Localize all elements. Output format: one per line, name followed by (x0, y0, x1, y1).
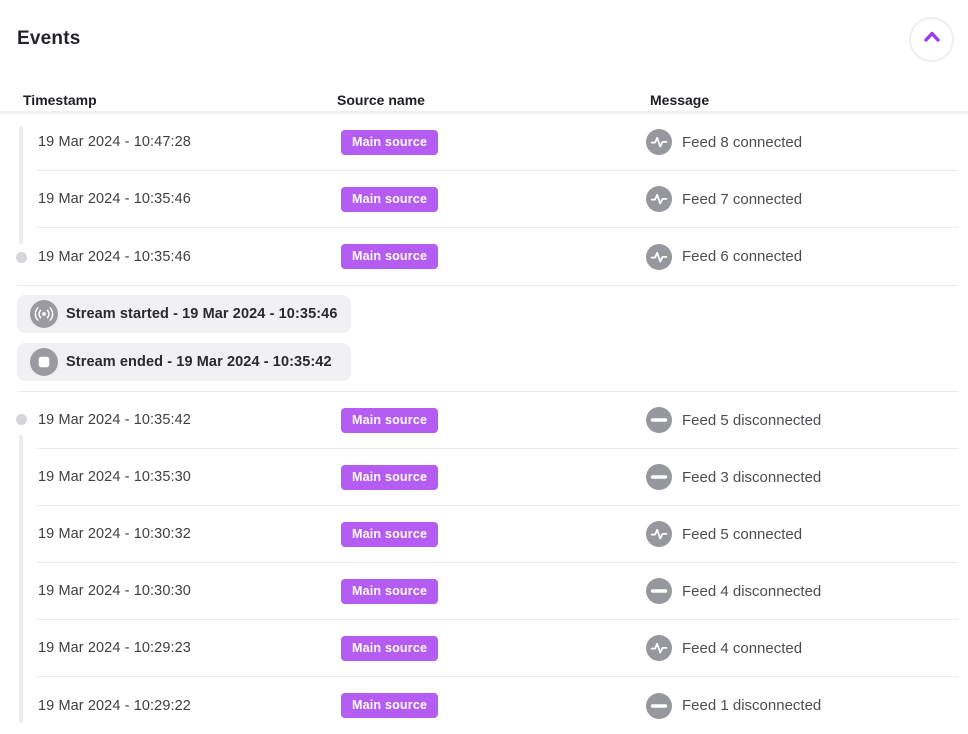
event-message-cell: Feed 1 disconnected (646, 693, 958, 719)
event-message-cell: Feed 8 connected (646, 129, 958, 155)
chevron-up-icon (921, 26, 943, 53)
event-message-cell: Feed 7 connected (646, 186, 958, 212)
event-source-cell: Main source (341, 130, 646, 155)
stream-event: Stream started - 19 Mar 2024 - 10:35:46 (17, 295, 351, 333)
feed-connected-icon (646, 129, 672, 155)
timeline-dot (16, 414, 27, 425)
table-row: 19 Mar 2024 - 10:35:30 Main source Feed … (37, 449, 958, 506)
event-message-cell: Feed 4 disconnected (646, 578, 958, 604)
table-header-row: Timestamp Source name Message (0, 92, 968, 114)
event-source-cell: Main source (341, 693, 646, 718)
event-message: Feed 3 disconnected (682, 469, 821, 486)
event-message-cell: Feed 6 connected (646, 244, 958, 270)
stream-event-label: Stream ended - 19 Mar 2024 - 10:35:42 (66, 354, 332, 370)
timeline-bar-segment (19, 435, 23, 723)
stream-events-section: Stream started - 19 Mar 2024 - 10:35:46 … (17, 285, 958, 392)
event-timestamp: 19 Mar 2024 - 10:35:46 (37, 249, 341, 265)
feed-disconnected-icon (646, 693, 672, 719)
feed-disconnected-icon (646, 407, 672, 433)
source-badge: Main source (341, 693, 438, 718)
event-source-cell: Main source (341, 244, 646, 269)
feed-connected-icon (646, 244, 672, 270)
event-timestamp: 19 Mar 2024 - 10:29:23 (37, 640, 341, 656)
event-rows-before-stream: 19 Mar 2024 - 10:47:28 Main source Feed … (0, 114, 968, 285)
table-row: 19 Mar 2024 - 10:35:46 Main source Feed … (37, 171, 958, 228)
source-badge: Main source (341, 636, 438, 661)
event-message: Feed 4 disconnected (682, 583, 821, 600)
event-source-cell: Main source (341, 636, 646, 661)
timeline-bar-segment (19, 126, 23, 244)
event-timestamp: 19 Mar 2024 - 10:35:30 (37, 469, 341, 485)
event-message-cell: Feed 4 connected (646, 635, 958, 661)
event-message: Feed 7 connected (682, 191, 802, 208)
event-message: Feed 5 connected (682, 526, 802, 543)
source-badge: Main source (341, 522, 438, 547)
event-message-cell: Feed 5 connected (646, 521, 958, 547)
source-badge: Main source (341, 408, 438, 433)
source-badge: Main source (341, 579, 438, 604)
event-message: Feed 6 connected (682, 248, 802, 265)
table-row: 19 Mar 2024 - 10:35:46 Main source Feed … (37, 228, 958, 285)
event-message-cell: Feed 5 disconnected (646, 407, 958, 433)
event-message: Feed 1 disconnected (682, 697, 821, 714)
stop-icon (30, 348, 58, 376)
event-timestamp: 19 Mar 2024 - 10:30:30 (37, 583, 341, 599)
source-badge: Main source (341, 465, 438, 490)
timeline-dot (16, 252, 27, 263)
page-title: Events (17, 17, 81, 50)
table-row: 19 Mar 2024 - 10:30:32 Main source Feed … (37, 506, 958, 563)
table-row: 19 Mar 2024 - 10:29:23 Main source Feed … (37, 620, 958, 677)
collapse-panel-button[interactable] (909, 17, 954, 62)
event-timestamp: 19 Mar 2024 - 10:35:46 (37, 191, 341, 207)
event-source-cell: Main source (341, 465, 646, 490)
broadcast-icon (30, 300, 58, 328)
feed-connected-icon (646, 521, 672, 547)
event-message: Feed 4 connected (682, 640, 802, 657)
source-badge: Main source (341, 244, 438, 269)
feed-connected-icon (646, 186, 672, 212)
feed-disconnected-icon (646, 578, 672, 604)
source-badge: Main source (341, 130, 438, 155)
event-source-cell: Main source (341, 522, 646, 547)
event-source-cell: Main source (341, 579, 646, 604)
event-timeline (0, 114, 30, 723)
column-header-message: Message (650, 92, 709, 108)
events-panel: Events Timestamp Source name Message 19 … (0, 0, 968, 724)
stream-event-label: Stream started - 19 Mar 2024 - 10:35:46 (66, 306, 337, 322)
events-table-body: 19 Mar 2024 - 10:47:28 Main source Feed … (0, 114, 968, 723)
event-rows-after-stream: 19 Mar 2024 - 10:35:42 Main source Feed … (0, 392, 968, 734)
event-message: Feed 8 connected (682, 134, 802, 151)
table-row: 19 Mar 2024 - 10:29:22 Main source Feed … (37, 677, 958, 734)
column-header-source-name: Source name (337, 92, 425, 108)
event-timestamp: 19 Mar 2024 - 10:29:22 (37, 698, 341, 714)
source-badge: Main source (341, 187, 438, 212)
feed-disconnected-icon (646, 464, 672, 490)
event-message: Feed 5 disconnected (682, 412, 821, 429)
table-row: 19 Mar 2024 - 10:35:42 Main source Feed … (37, 392, 958, 449)
table-row: 19 Mar 2024 - 10:30:30 Main source Feed … (37, 563, 958, 620)
event-source-cell: Main source (341, 408, 646, 433)
column-header-timestamp: Timestamp (23, 92, 97, 108)
event-timestamp: 19 Mar 2024 - 10:30:32 (37, 526, 341, 542)
table-row: 19 Mar 2024 - 10:47:28 Main source Feed … (37, 114, 958, 171)
events-panel-header: Events (0, 0, 968, 62)
event-timestamp: 19 Mar 2024 - 10:35:42 (37, 412, 341, 428)
event-source-cell: Main source (341, 187, 646, 212)
stream-event: Stream ended - 19 Mar 2024 - 10:35:42 (17, 343, 351, 381)
event-message-cell: Feed 3 disconnected (646, 464, 958, 490)
event-timestamp: 19 Mar 2024 - 10:47:28 (37, 134, 341, 150)
feed-connected-icon (646, 635, 672, 661)
